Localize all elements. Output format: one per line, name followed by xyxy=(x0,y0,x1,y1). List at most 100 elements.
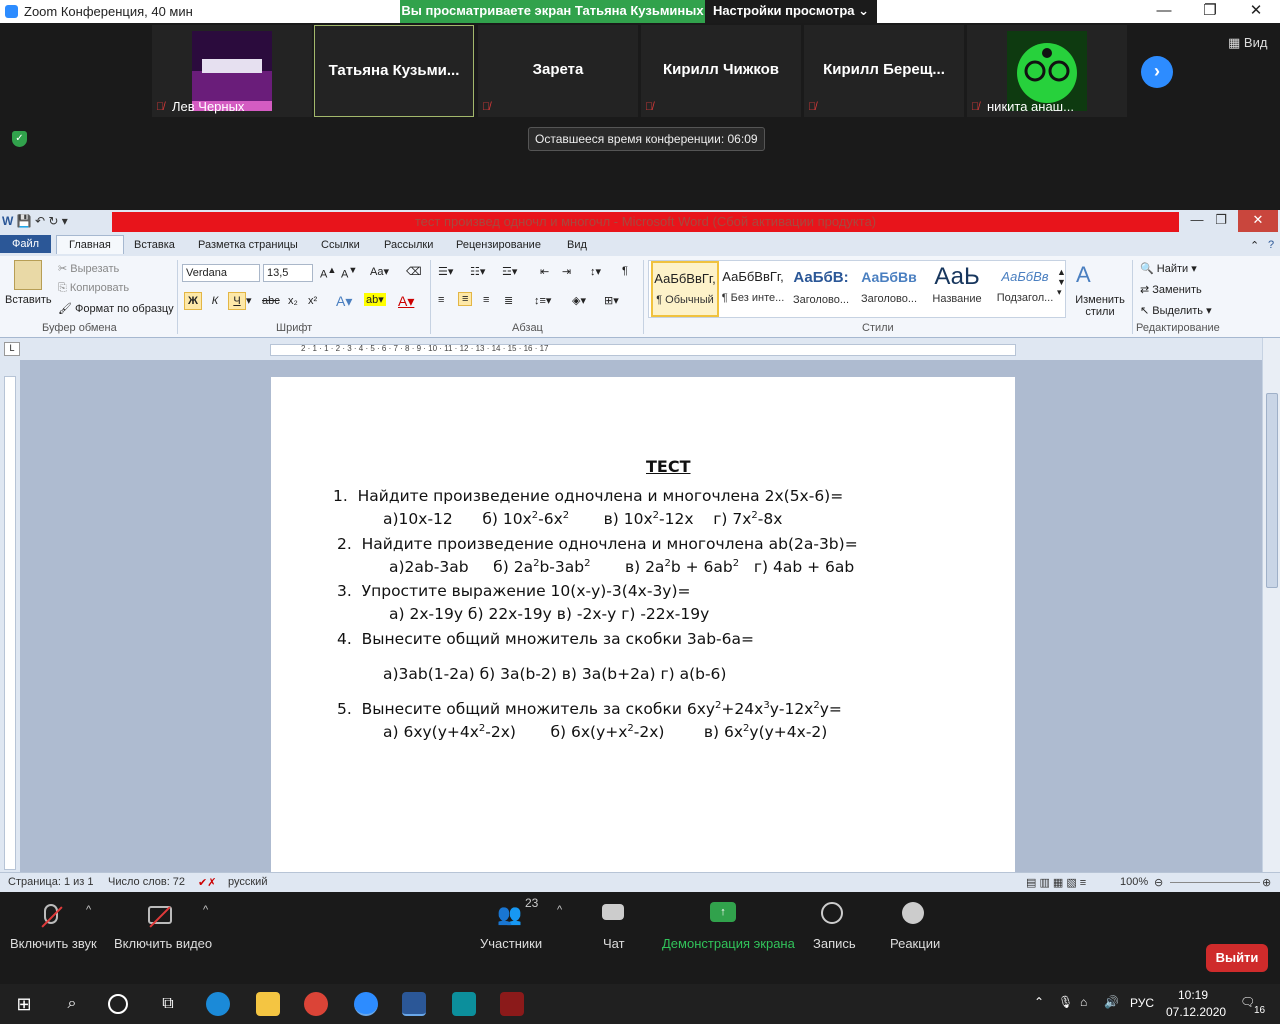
change-styles-button[interactable]: Изменить стили xyxy=(1074,294,1126,318)
superscript-icon[interactable]: x² xyxy=(308,295,317,307)
question-3-answers[interactable]: а) 2х-19у б) 22х-19у в) -2х-у г) -22х-19… xyxy=(389,605,709,623)
align-right-icon[interactable]: ≡ xyxy=(483,294,489,306)
font-name-select[interactable]: Verdana xyxy=(182,264,260,282)
save-icon[interactable]: 💾 xyxy=(17,214,32,228)
start-video-button[interactable]: Включить видео xyxy=(114,936,212,951)
unmute-button[interactable]: Включить звук xyxy=(10,936,97,951)
participants-chevron-icon[interactable]: ^ xyxy=(557,904,562,916)
quick-access-toolbar[interactable]: W 💾 ↶ ↻ ▾ xyxy=(2,214,68,228)
strikethrough-icon[interactable]: abc xyxy=(262,295,280,307)
search-icon[interactable]: ⌕ xyxy=(60,992,84,1016)
zoom-level[interactable]: 100% xyxy=(1120,876,1148,888)
italic-button[interactable]: К xyxy=(206,292,224,310)
participant-tile[interactable]: 🎙̸ никита анаш... xyxy=(967,25,1127,117)
multilevel-list-icon[interactable]: ☲▾ xyxy=(502,265,517,278)
qa-customize-icon[interactable]: ▾ xyxy=(62,214,68,228)
notifications-icon[interactable]: 🗨 xyxy=(1240,995,1255,1009)
increase-indent-icon[interactable]: ⇥ xyxy=(562,265,571,278)
page-count[interactable]: Страница: 1 из 1 xyxy=(8,876,94,888)
zoom-out-icon[interactable]: ⊖ xyxy=(1154,876,1163,889)
help-icon[interactable]: ? xyxy=(1258,237,1280,253)
gallery-view-button[interactable]: ▦ Вид xyxy=(1228,35,1267,51)
word-count[interactable]: Число слов: 72 xyxy=(108,876,185,888)
tab-stop-selector-icon[interactable]: L xyxy=(4,342,20,356)
network-icon[interactable]: ⌂ xyxy=(1080,995,1087,1009)
tab-home[interactable]: Главная xyxy=(56,235,124,254)
underline-button[interactable]: Ч ▾ xyxy=(228,292,252,310)
video-options-chevron-icon[interactable]: ^ xyxy=(203,904,208,916)
participant-tile[interactable]: 🎙̸ Лев Черных xyxy=(152,25,312,117)
clock-date[interactable]: 07.12.2020 xyxy=(1166,1005,1226,1019)
copy-button[interactable]: ⎘ Копировать xyxy=(58,282,129,295)
font-color-icon[interactable]: A▾ xyxy=(398,293,414,310)
pilcrow-icon[interactable]: ¶ xyxy=(622,265,628,277)
style-title[interactable]: АаЬ Название xyxy=(923,261,991,317)
doc-title[interactable]: ТЕСТ xyxy=(646,457,691,476)
question-1[interactable]: 1. Найдите произведение одночлена и мног… xyxy=(333,487,843,505)
cortana-icon[interactable] xyxy=(108,994,128,1014)
view-mode-icons[interactable]: ▤ ▥ ▦ ▧ ≡ xyxy=(1026,876,1086,889)
reactions-button[interactable]: Реакции xyxy=(890,936,940,951)
share-screen-button[interactable]: Демонстрация экрана xyxy=(662,936,795,951)
file-explorer-icon[interactable] xyxy=(256,992,280,1016)
tray-chevron-icon[interactable]: ⌃ xyxy=(1034,995,1044,1009)
highlight-icon[interactable]: ab▾ xyxy=(364,293,386,306)
close-icon[interactable]: ✕ xyxy=(1233,0,1279,23)
style-heading-2[interactable]: АаБбВв Заголово... xyxy=(855,261,923,317)
question-4[interactable]: 4. Вынесите общий множитель за скобки 3a… xyxy=(337,630,754,648)
font-size-select[interactable]: 13,5 xyxy=(263,264,313,282)
question-2[interactable]: 2. Найдите произведение одночлена и мног… xyxy=(337,535,858,553)
question-5-answers[interactable]: а) 6ху(у+4х2-2х) б) 6х(у+х2-2х) в) 6х2у(… xyxy=(383,723,827,741)
participant-tile-active[interactable]: Татьяна Кузьми... xyxy=(314,25,474,117)
tray-mic-icon[interactable]: 🎙 xyxy=(1058,995,1073,1009)
change-case-icon[interactable]: Aa▾ xyxy=(370,265,389,278)
input-language[interactable]: РУС xyxy=(1130,996,1154,1010)
undo-icon[interactable]: ↶ xyxy=(35,214,45,228)
question-4-answers[interactable]: а)3ab(1-2a) б) 3a(b-2) в) 3a(b+2a) г) a(… xyxy=(383,665,726,683)
tab-file[interactable]: Файл xyxy=(0,235,52,253)
app-taskbar-icon[interactable] xyxy=(452,992,476,1016)
format-painter-button[interactable]: 🖌 Формат по образцу xyxy=(58,302,174,315)
audio-options-chevron-icon[interactable]: ^ xyxy=(86,904,91,916)
style-no-spacing[interactable]: АаБбВвГг, ¶ Без инте... xyxy=(719,261,787,317)
zoom-taskbar-icon[interactable] xyxy=(354,992,378,1016)
numbering-icon[interactable]: ☷▾ xyxy=(470,265,485,278)
tab-insert[interactable]: Вставка xyxy=(124,237,185,253)
align-left-icon[interactable]: ≡ xyxy=(438,294,444,306)
record-button[interactable]: Запись xyxy=(813,936,856,951)
security-shield-icon[interactable]: ✓ xyxy=(12,131,27,147)
chat-button[interactable]: Чат xyxy=(603,936,625,951)
chrome-icon[interactable] xyxy=(304,992,328,1016)
shading-icon[interactable]: ◈▾ xyxy=(572,294,586,307)
reactions-icon[interactable] xyxy=(902,902,924,924)
zoom-in-icon[interactable]: ⊕ xyxy=(1262,876,1271,889)
question-5[interactable]: 5. Вынесите общий множитель за скобки 6х… xyxy=(337,700,842,718)
task-view-icon[interactable]: ⧉ xyxy=(156,992,180,1016)
restore-icon[interactable]: ❐ xyxy=(1187,0,1233,23)
word-close-icon[interactable]: ✕ xyxy=(1238,210,1278,232)
view-options-button[interactable]: Настройки просмотра ⌄ xyxy=(705,0,877,23)
participants-icon[interactable]: 👥 xyxy=(497,902,522,927)
font-grow-icon[interactable]: A▲ xyxy=(320,265,336,281)
borders-icon[interactable]: ⊞▾ xyxy=(604,294,619,307)
word-taskbar-icon[interactable] xyxy=(402,992,426,1016)
zoom-slider[interactable] xyxy=(1170,882,1260,883)
find-button[interactable]: 🔍 Найти ▾ xyxy=(1140,262,1197,275)
leave-button[interactable]: Выйти xyxy=(1206,944,1268,972)
language[interactable]: русский xyxy=(228,876,267,888)
document-page[interactable]: ТЕСТ 1. Найдите произведение одночлена и… xyxy=(271,377,1015,872)
scroll-thumb[interactable] xyxy=(1266,393,1278,588)
tab-references[interactable]: Ссылки xyxy=(311,237,370,253)
tab-view[interactable]: Вид xyxy=(557,237,597,253)
participant-tile[interactable]: Зарета 🎙̸ xyxy=(478,25,638,117)
redo-icon[interactable]: ↻ xyxy=(48,214,58,228)
game-taskbar-icon[interactable] xyxy=(500,992,524,1016)
proofing-icon[interactable]: ✔✗ xyxy=(198,876,216,889)
select-button[interactable]: ↖ Выделить ▾ xyxy=(1140,304,1212,317)
align-center-icon[interactable]: ≡ xyxy=(458,292,473,306)
line-spacing-icon[interactable]: ↕≡▾ xyxy=(534,294,551,307)
tab-page-layout[interactable]: Разметка страницы xyxy=(188,237,308,253)
participant-tile[interactable]: Кирилл Берещ... 🎙̸ xyxy=(804,25,964,117)
windows-start-icon[interactable]: ⊞ xyxy=(12,992,36,1016)
bullets-icon[interactable]: ☰▾ xyxy=(438,265,453,278)
